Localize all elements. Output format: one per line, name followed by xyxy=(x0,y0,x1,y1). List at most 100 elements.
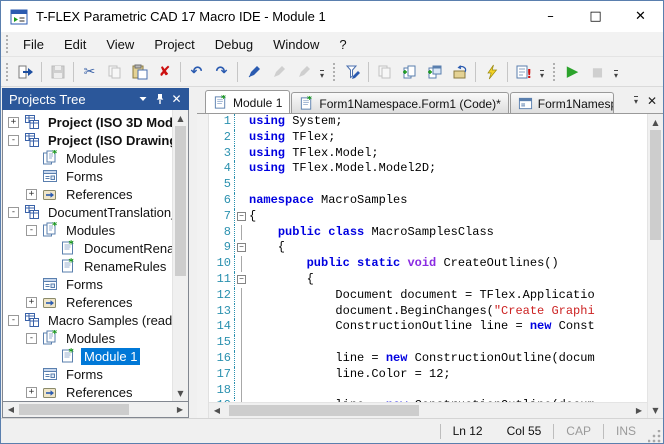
scroll-left-icon[interactable]: ◀ xyxy=(209,403,225,418)
tree-item-forms[interactable]: Forms xyxy=(3,275,172,293)
scroll-down-icon[interactable]: ▼ xyxy=(648,402,663,418)
code-line[interactable]: 5 xyxy=(209,177,647,193)
toolbar-grip[interactable] xyxy=(552,62,557,81)
scroll-up-icon[interactable]: ▲ xyxy=(648,114,663,130)
tree-horizontal-scrollbar[interactable]: ◀ ▶ xyxy=(2,402,189,418)
scroll-up-icon[interactable]: ▲ xyxy=(173,110,188,126)
expand-icon[interactable]: + xyxy=(26,296,37,308)
scroll-right-icon[interactable]: ▶ xyxy=(172,402,188,417)
scroll-right-icon[interactable]: ▶ xyxy=(631,403,647,418)
tab-list-chevron-icon[interactable]: ▾ xyxy=(628,93,644,109)
code-line[interactable]: 9− { xyxy=(209,240,647,257)
close-button[interactable]: ✕ xyxy=(618,1,663,32)
tab-form1namespace-form1-code[interactable]: * Form1Namespace.Form1 (Code)* xyxy=(291,92,509,113)
tree-item-renamerules[interactable]: * RenameRules xyxy=(3,257,172,275)
paste-button[interactable] xyxy=(127,60,152,84)
close-document-icon[interactable]: ✕ xyxy=(644,93,660,109)
fold-collapse-icon[interactable]: − xyxy=(235,240,249,256)
edit-pen-button[interactable] xyxy=(241,60,266,84)
toolbar-overflow-icon[interactable]: ▾ xyxy=(536,60,548,84)
resize-grip[interactable] xyxy=(648,430,661,443)
menu-item-project[interactable]: Project xyxy=(144,34,204,55)
scroll-down-icon[interactable]: ▼ xyxy=(173,385,188,401)
code-line[interactable]: 7−{ xyxy=(209,208,647,225)
code-line[interactable]: 1 using System; xyxy=(209,114,647,130)
import-macro-button[interactable] xyxy=(447,60,472,84)
scroll-left-icon[interactable]: ◀ xyxy=(3,402,19,417)
tree-item-forms[interactable]: Forms xyxy=(3,365,172,383)
undo-button[interactable]: ↶ xyxy=(184,60,209,84)
menu-item-window[interactable]: Window xyxy=(263,34,329,55)
editor-horizontal-scrollbar[interactable]: ◀ ▶ xyxy=(209,402,647,418)
code-line[interactable]: 10 public static void CreateOutlines() xyxy=(209,256,647,272)
toolbar-overflow-icon[interactable]: ▾ xyxy=(316,60,328,84)
menu-item-debug[interactable]: Debug xyxy=(205,34,263,55)
delete-button[interactable]: ✘ xyxy=(152,60,177,84)
tree-item-modules[interactable]: * Modules xyxy=(3,149,172,167)
panel-close-icon[interactable]: ✕ xyxy=(168,90,185,108)
pin-icon[interactable] xyxy=(151,90,168,108)
menu-item-file[interactable]: File xyxy=(13,34,54,55)
fold-collapse-icon[interactable]: − xyxy=(235,209,249,225)
panel-splitter[interactable] xyxy=(189,87,197,418)
tree-item-documenttranslation-y[interactable]: - DocumentTranslation_y xyxy=(3,203,172,221)
maximize-button[interactable]: □ xyxy=(573,1,618,32)
minimize-button[interactable]: – xyxy=(528,1,573,32)
check-syntax-button[interactable] xyxy=(340,60,365,84)
toolbar-grip[interactable] xyxy=(5,62,10,81)
tree-item-macro-samples-readon[interactable]: - Macro Samples (readon xyxy=(3,311,172,329)
expand-icon[interactable]: + xyxy=(8,116,19,128)
collapse-icon[interactable]: - xyxy=(8,314,19,326)
code-line[interactable]: 11− { xyxy=(209,271,647,288)
tab-form1namespace-for[interactable]: Form1Namespace.For xyxy=(509,92,614,113)
menu-item-view[interactable]: View xyxy=(96,34,144,55)
tree-item-references[interactable]: + References xyxy=(3,185,172,203)
menu-item-edit[interactable]: Edit xyxy=(54,34,96,55)
cut-button[interactable]: ✂ xyxy=(77,60,102,84)
collapse-icon[interactable]: - xyxy=(26,332,37,344)
toolbar-overflow-icon[interactable]: ▾ xyxy=(610,60,622,84)
run-button[interactable]: ▶ xyxy=(560,60,585,84)
editor-vertical-scrollbar[interactable]: ▲ ▼ xyxy=(647,114,663,418)
code-line[interactable]: 15 xyxy=(209,335,647,351)
code-line[interactable]: 3 using TFlex.Model; xyxy=(209,145,647,162)
toolbar-grip[interactable] xyxy=(332,62,337,81)
add-form-button[interactable] xyxy=(422,60,447,84)
menu-grip[interactable] xyxy=(5,35,10,53)
tree-item-modules[interactable]: - * Modules xyxy=(3,329,172,347)
tree-item-references[interactable]: + References xyxy=(3,383,172,401)
code-line[interactable]: 4 using TFlex.Model.Model2D; xyxy=(209,161,647,178)
code-line[interactable]: 12 Document document = TFlex.Applicatio xyxy=(209,287,647,304)
tree-vertical-scrollbar[interactable]: ▲ ▼ xyxy=(172,110,188,401)
code-line[interactable]: 8 public class MacroSamplesClass xyxy=(209,224,647,241)
panel-menu-chevron-icon[interactable] xyxy=(134,90,151,108)
expand-icon[interactable]: + xyxy=(26,188,37,200)
code-line[interactable]: 18 xyxy=(209,382,647,399)
close-and-return-button[interactable] xyxy=(13,60,38,84)
code-line[interactable]: 14 ConstructionOutline line = new Const xyxy=(209,319,647,336)
build-button[interactable] xyxy=(479,60,504,84)
tab-module-1[interactable]: * Module 1 xyxy=(205,90,291,113)
tree-item-project-iso-drawing[interactable]: - Project (ISO Drawing xyxy=(3,131,172,149)
tree-item-references[interactable]: + References xyxy=(3,293,172,311)
tree-item-modules[interactable]: - * Modules xyxy=(3,221,172,239)
tree-item-project-iso-3d-mode[interactable]: + Project (ISO 3D Mode xyxy=(3,113,172,131)
menu-item-help[interactable]: ? xyxy=(329,34,356,55)
fold-collapse-icon[interactable]: − xyxy=(235,272,249,288)
code-line[interactable]: 16 line = new ConstructionOutline(docum xyxy=(209,350,647,367)
code-line[interactable]: 13 document.BeginChanges("Create Graphi xyxy=(209,303,647,320)
error-list-button[interactable]: ! xyxy=(511,60,536,84)
breakpoint-margin[interactable] xyxy=(197,114,209,418)
code-line[interactable]: 17 line.Color = 12; xyxy=(209,366,647,383)
collapse-icon[interactable]: - xyxy=(26,224,37,236)
redo-button[interactable]: ↷ xyxy=(209,60,234,84)
tree-item-forms[interactable]: Forms xyxy=(3,167,172,185)
collapse-icon[interactable]: - xyxy=(8,134,19,146)
tree-item-documentrena[interactable]: * DocumentRena xyxy=(3,239,172,257)
collapse-icon[interactable]: - xyxy=(8,206,19,218)
add-module-button[interactable] xyxy=(397,60,422,84)
tree-item-module-1[interactable]: * Module 1 xyxy=(3,347,172,365)
expand-icon[interactable]: + xyxy=(26,386,37,398)
code-line[interactable]: 2 using TFlex; xyxy=(209,129,647,146)
code-editor[interactable]: 1 using System; 2 using TFlex; 3 using TFlex.… xyxy=(209,114,647,402)
